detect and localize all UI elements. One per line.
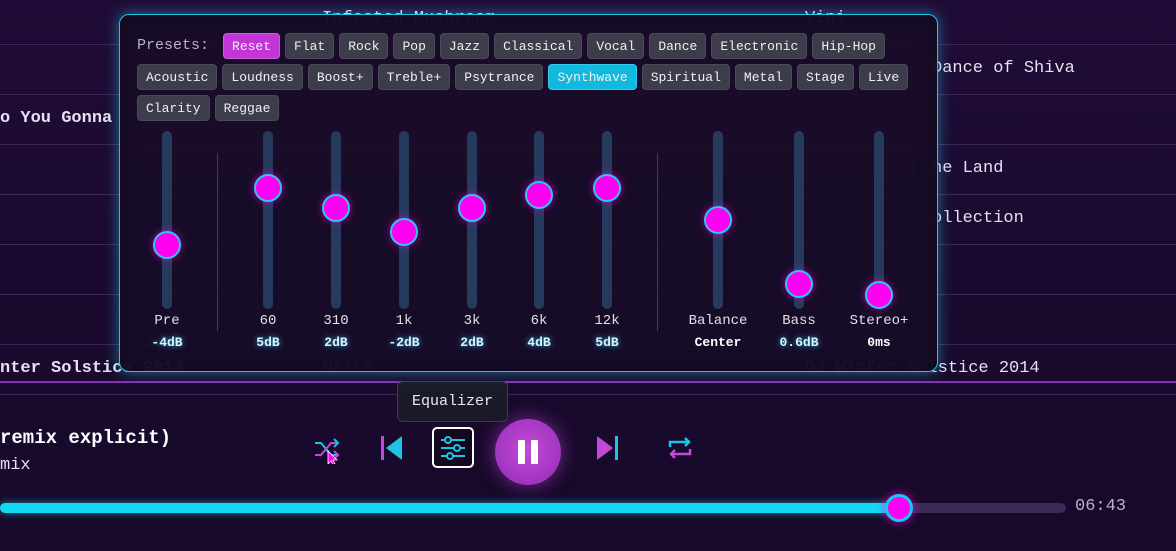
previous-button[interactable] bbox=[376, 432, 406, 464]
slider-label: 12k bbox=[594, 313, 620, 329]
pause-icon bbox=[516, 439, 540, 465]
slider-balance-thumb[interactable] bbox=[704, 206, 732, 234]
repeat-button[interactable] bbox=[663, 431, 697, 465]
slider-60-track[interactable] bbox=[263, 131, 273, 309]
slider-label: Balance bbox=[688, 313, 748, 329]
progress-bar[interactable] bbox=[0, 494, 1066, 522]
play-pause-button[interactable] bbox=[495, 419, 561, 485]
slider-value: Center bbox=[694, 335, 742, 350]
slider-6k-track[interactable] bbox=[534, 131, 544, 309]
slider-value: 0ms bbox=[867, 335, 891, 350]
preset-reggae-button[interactable]: Reggae bbox=[214, 95, 280, 121]
music-player-screen: Infected MushroomViniDance of Shivao You… bbox=[0, 0, 1176, 551]
preset-boost-button[interactable]: Boost+ bbox=[307, 64, 373, 90]
presets-label: Presets: bbox=[137, 37, 210, 54]
slider-3k-thumb[interactable] bbox=[458, 193, 486, 222]
slider-value: 0.6dB bbox=[779, 335, 819, 350]
slider-value: 5dB bbox=[595, 335, 619, 350]
preset-loudness-button[interactable]: Loudness bbox=[222, 64, 303, 90]
preset-spiritual-button[interactable]: Spiritual bbox=[641, 64, 730, 90]
effects-separator bbox=[657, 153, 658, 331]
preset-electronic-button[interactable]: Electronic bbox=[711, 33, 808, 59]
slider-stereo-thumb[interactable] bbox=[865, 280, 893, 309]
preset-flat-button[interactable]: Flat bbox=[285, 33, 335, 59]
equalizer-button[interactable] bbox=[432, 427, 474, 468]
slider-310-thumb[interactable] bbox=[322, 193, 350, 222]
slider-12k-thumb[interactable] bbox=[593, 173, 621, 202]
preset-classical-button[interactable]: Classical bbox=[494, 33, 583, 59]
slider-12k-track[interactable] bbox=[602, 131, 612, 309]
skip-previous-icon bbox=[378, 434, 404, 462]
preset-rock-button[interactable]: Rock bbox=[339, 33, 389, 59]
preset-hip-hop-button[interactable]: Hip-Hop bbox=[812, 33, 885, 59]
slider-label: Pre bbox=[154, 313, 180, 329]
preset-clarity-button[interactable]: Clarity bbox=[137, 95, 210, 121]
preset-jazz-button[interactable]: Jazz bbox=[439, 33, 490, 59]
preset-metal-button[interactable]: Metal bbox=[734, 64, 792, 90]
preset-reset-button[interactable]: Reset bbox=[223, 33, 281, 59]
slider-1k-thumb[interactable] bbox=[390, 218, 418, 247]
progress-fill bbox=[0, 503, 899, 513]
slider-pre-thumb[interactable] bbox=[153, 230, 181, 259]
shuffle-button[interactable] bbox=[310, 433, 344, 465]
slider-60-thumb[interactable] bbox=[254, 173, 282, 202]
playlist-cell-right: Dance of Shiva bbox=[932, 59, 1075, 78]
preset-psytrance-button[interactable]: Psytrance bbox=[455, 64, 544, 90]
slider-value: -4dB bbox=[151, 335, 183, 350]
progress-thumb[interactable] bbox=[884, 494, 913, 522]
equalizer-tooltip: Equalizer bbox=[397, 381, 508, 422]
playlist-cell-right: he Land bbox=[932, 159, 1004, 178]
preset-stage-button[interactable]: Stage bbox=[796, 64, 854, 90]
player-bar-divider bbox=[0, 381, 1176, 383]
equalizer-icon bbox=[439, 435, 467, 461]
track-duration: 06:43 bbox=[1075, 497, 1127, 516]
now-playing-artist: mix bbox=[0, 456, 31, 475]
preset-pop-button[interactable]: Pop bbox=[393, 33, 435, 59]
playlist-cell-right: ollection bbox=[932, 209, 1024, 228]
preset-acoustic-button[interactable]: Acoustic bbox=[137, 64, 218, 90]
slider-pre-track[interactable] bbox=[162, 131, 172, 309]
preset-list: Presets: Reset Flat Rock Pop Jazz Classical Vo… bbox=[137, 33, 927, 121]
shuffle-icon bbox=[312, 434, 342, 464]
slider-bass-thumb[interactable] bbox=[785, 270, 813, 299]
repeat-icon bbox=[665, 433, 695, 463]
slider-6k-thumb[interactable] bbox=[525, 181, 553, 210]
slider-label: Bass bbox=[782, 313, 816, 329]
skip-next-icon bbox=[595, 434, 621, 462]
preset-synthwave-button[interactable]: Synthwave bbox=[548, 64, 637, 90]
slider-label: Stereo+ bbox=[849, 313, 909, 329]
preset-treble-button[interactable]: Treble+ bbox=[377, 64, 451, 90]
preset-vocal-button[interactable]: Vocal bbox=[587, 33, 645, 59]
preset-dance-button[interactable]: Dance bbox=[649, 33, 707, 59]
next-button[interactable] bbox=[593, 432, 623, 464]
preamp-separator bbox=[217, 153, 218, 331]
preset-live-button[interactable]: Live bbox=[858, 64, 909, 90]
equalizer-panel: Presets: Reset Flat Rock Pop Jazz Classical Vo… bbox=[119, 14, 938, 372]
playlist-cell-left: o You Gonna bbox=[0, 109, 113, 128]
now-playing-title: remix explicit) bbox=[0, 427, 172, 449]
